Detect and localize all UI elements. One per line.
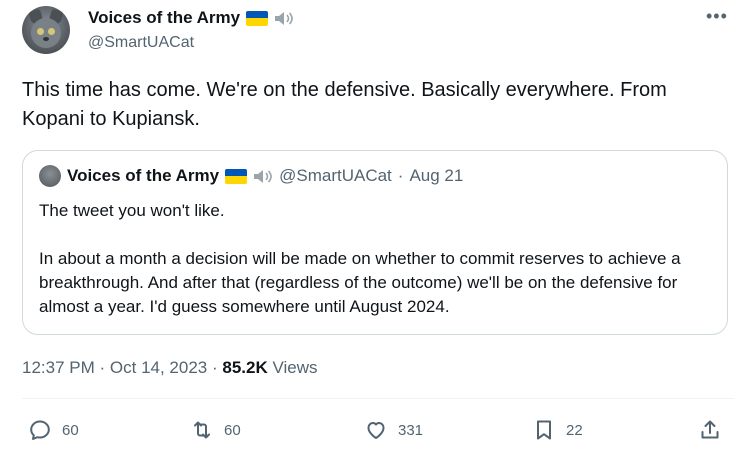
quoted-separator: · — [397, 166, 404, 185]
quoted-paragraph: In about a month a decision will be made… — [39, 249, 681, 316]
quoted-tweet[interactable]: Voices of the Army @SmartUACat · Aug 21 … — [22, 150, 728, 335]
quoted-tweet-header: Voices of the Army @SmartUACat · Aug 21 — [39, 165, 463, 187]
quoted-date: Aug 21 — [409, 166, 464, 185]
quoted-author-name: Voices of the Army — [67, 166, 220, 185]
quoted-author-handle: @SmartUACat — [279, 166, 392, 185]
speaker-icon — [275, 11, 293, 25]
tweet-time[interactable]: 12:37 PM — [22, 358, 95, 377]
repost-button[interactable]: 60 — [190, 418, 241, 442]
speaker-icon — [254, 169, 272, 183]
ukraine-flag-icon — [246, 10, 269, 26]
bookmark-button[interactable]: 22 — [532, 418, 583, 442]
meta-separator: · — [99, 358, 106, 377]
share-icon — [701, 420, 719, 439]
tweet-meta: 12:37 PM · Oct 14, 2023 · 85.2K Views — [22, 358, 318, 378]
reply-count: 60 — [62, 421, 79, 439]
repost-count: 60 — [224, 421, 241, 439]
like-button[interactable]: 331 — [364, 418, 423, 442]
repost-icon — [194, 421, 210, 439]
avatar-eye-right — [48, 28, 55, 35]
share-button[interactable] — [698, 418, 722, 442]
ukraine-flag-icon — [225, 168, 248, 184]
quoted-author-avatar — [39, 165, 61, 187]
reply-button[interactable]: 60 — [28, 418, 79, 442]
quoted-tweet-body: The tweet you won't like. In about a mon… — [39, 199, 709, 319]
tweet-text: This time has come. We're on the defensi… — [22, 79, 667, 130]
action-bar: 60 60 331 22 — [22, 418, 728, 448]
author-avatar[interactable] — [22, 6, 70, 54]
avatar-eye-left — [37, 28, 44, 35]
author-name-row: Voices of the Army — [88, 8, 294, 28]
divider — [22, 398, 734, 399]
author-name[interactable]: Voices of the Army — [88, 8, 240, 28]
like-count: 331 — [398, 421, 424, 439]
reply-icon — [30, 420, 50, 440]
bookmark-count: 22 — [566, 421, 583, 439]
avatar-nose — [43, 37, 49, 41]
heart-icon — [367, 422, 385, 439]
avatar-face — [31, 18, 61, 48]
quoted-paragraph: The tweet you won't like. — [39, 201, 225, 220]
bookmark-icon — [537, 420, 551, 440]
views-label: Views — [272, 358, 318, 377]
views-count: 85.2K — [222, 358, 268, 377]
tweet-date[interactable]: Oct 14, 2023 — [110, 358, 207, 377]
meta-separator: · — [211, 358, 218, 377]
more-options-button[interactable]: ••• — [706, 6, 728, 27]
author-handle[interactable]: @SmartUACat — [88, 34, 194, 52]
